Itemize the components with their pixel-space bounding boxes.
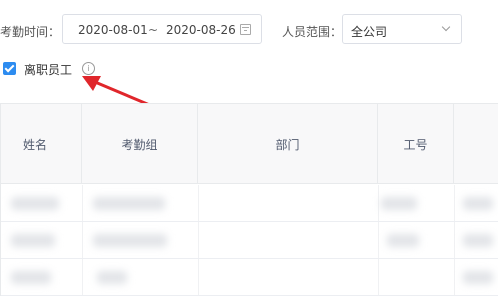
redacted-cell [463, 234, 493, 247]
table-header: 姓名 考勤组 部门 工号 [1, 104, 498, 184]
table-row[interactable] [1, 185, 498, 222]
redacted-cell [11, 197, 59, 210]
redacted-cell [11, 234, 55, 247]
redacted-cell [463, 197, 493, 210]
column-header-extra [454, 104, 498, 184]
redacted-cell [93, 234, 167, 247]
redacted-cell [97, 271, 127, 284]
redacted-cell [387, 234, 419, 247]
table-row[interactable] [1, 259, 498, 296]
column-header-employee-number: 工号 [378, 104, 454, 184]
redacted-cell [381, 197, 417, 210]
table-row[interactable] [1, 222, 498, 259]
table-body [1, 185, 498, 296]
redacted-cell [11, 271, 51, 284]
employee-table: 姓名 考勤组 部门 工号 [0, 103, 498, 296]
redacted-cell [93, 197, 165, 210]
column-header-attendance-group: 考勤组 [82, 104, 198, 184]
column-header-name: 姓名 [1, 104, 82, 184]
column-header-department: 部门 [198, 104, 378, 184]
redacted-cell [463, 271, 493, 284]
